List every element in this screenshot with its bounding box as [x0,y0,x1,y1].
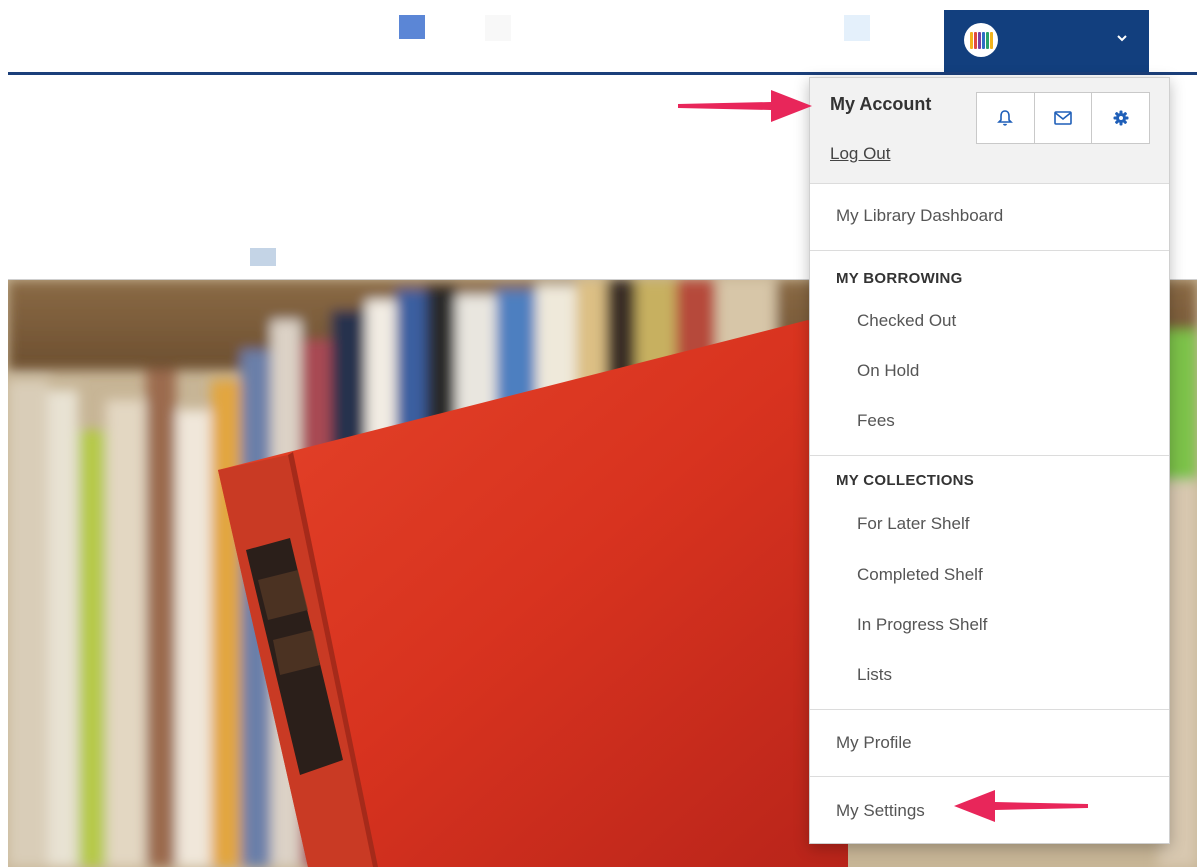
settings-button[interactable] [1092,93,1149,143]
nav-blurred-item [399,15,425,39]
mail-icon [1054,111,1072,125]
my-borrowing-heading: MY BORROWING [836,270,963,287]
nav-underline [8,72,1197,75]
account-menu-button[interactable] [944,10,1149,72]
notifications-button[interactable] [977,93,1035,143]
account-icon-bar [976,92,1150,144]
account-dropdown-menu: My Account Log Out My Library Dashboard … [809,77,1170,844]
annotation-arrow-icon [954,790,1088,822]
checked-out-link[interactable]: Checked Out [857,311,956,331]
annotation-arrow-icon [678,90,812,122]
log-out-link[interactable]: Log Out [830,144,891,164]
completed-shelf-link[interactable]: Completed Shelf [857,565,983,585]
my-account-title: My Account [830,94,932,114]
fees-link[interactable]: Fees [857,411,895,431]
lists-link[interactable]: Lists [857,665,892,685]
my-settings-link[interactable]: My Settings [836,801,925,821]
menu-divider [810,709,1169,710]
my-collections-heading: MY COLLECTIONS [836,472,975,489]
on-hold-link[interactable]: On Hold [857,361,919,381]
in-progress-shelf-link[interactable]: In Progress Shelf [857,615,987,635]
nav-blurred-item [250,248,276,266]
gear-icon [1113,110,1129,126]
bell-icon [997,110,1014,126]
messages-button[interactable] [1035,93,1093,143]
menu-divider [810,250,1169,251]
account-menu-header: My Account Log Out [810,78,1169,184]
chevron-down-icon [1117,35,1127,42]
nav-blurred-item [844,15,870,41]
for-later-shelf-link[interactable]: For Later Shelf [857,514,969,534]
my-profile-link[interactable]: My Profile [836,733,912,753]
menu-divider [810,776,1169,777]
nav-blurred-item [485,15,511,41]
library-logo-avatar [964,23,998,57]
menu-divider [810,455,1169,456]
my-library-dashboard-link[interactable]: My Library Dashboard [836,206,1003,226]
